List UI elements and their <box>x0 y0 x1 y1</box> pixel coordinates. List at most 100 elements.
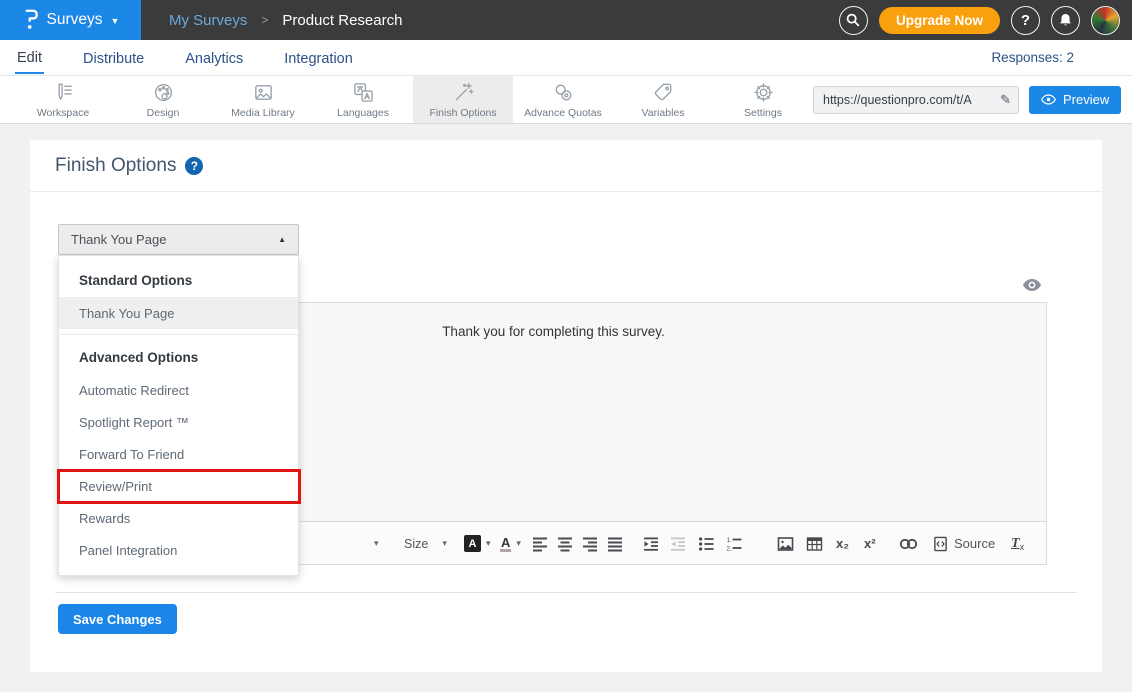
superscript-button[interactable]: x² <box>864 522 876 565</box>
bell-icon <box>1058 12 1073 28</box>
preview-label: Preview <box>1063 92 1109 107</box>
ribbon-right-actions: https://questionpro.com/t/A ✎ Preview <box>813 76 1132 123</box>
survey-url-value: https://questionpro.com/t/A <box>814 93 990 107</box>
align-left-button[interactable] <box>532 522 548 565</box>
ribbon-tab-label: Variables <box>642 107 685 119</box>
svg-text:2.: 2. <box>727 545 733 552</box>
justify-icon <box>607 536 623 552</box>
edit-url-pencil-icon[interactable]: ✎ <box>1000 92 1011 108</box>
ribbon-tab-label: Media Library <box>231 107 295 119</box>
numbered-list-button[interactable]: 1. 2. <box>726 522 742 565</box>
insert-image-button[interactable] <box>777 522 794 565</box>
dropdown-item-review-print[interactable]: Review/Print <box>59 470 298 502</box>
ribbon-tab-workspace[interactable]: Workspace <box>13 76 113 123</box>
preview-button[interactable]: Preview <box>1029 86 1121 114</box>
align-right-button[interactable] <box>582 522 598 565</box>
insert-link-button[interactable] <box>899 522 918 565</box>
link-chain-icon <box>899 538 918 550</box>
search-icon <box>845 12 861 28</box>
search-button[interactable] <box>839 6 868 35</box>
finish-option-select[interactable]: Thank You Page ▲ <box>58 224 299 255</box>
save-section-divider <box>55 592 1077 593</box>
dropdown-group-standard: Standard Options <box>59 264 298 297</box>
justify-button[interactable] <box>607 522 623 565</box>
ribbon-tab-variables[interactable]: Variables <box>613 76 713 123</box>
ribbon-tab-label: Workspace <box>37 107 89 119</box>
size-combo-label: Size <box>404 537 428 551</box>
insert-image-icon <box>777 536 794 552</box>
dropdown-item-forward-to-friend[interactable]: Forward To Friend <box>59 438 298 470</box>
page-title: Finish Options <box>55 155 176 177</box>
responses-count[interactable]: Responses: 2 <box>991 50 1074 65</box>
question-mark-icon: ? <box>1021 12 1030 29</box>
settings-gear-icon <box>752 81 775 104</box>
notifications-button[interactable] <box>1051 6 1080 35</box>
finish-option-dropdown: Standard Options Thank You Page Advanced… <box>58 255 299 576</box>
align-center-button[interactable] <box>557 522 573 565</box>
content-preview-toggle[interactable] <box>1022 278 1042 297</box>
combo-caret-icon: ▾ <box>486 538 491 549</box>
breadcrumb-current-page: Product Research <box>282 12 402 29</box>
align-right-icon <box>582 536 598 552</box>
ribbon-tab-label: Finish Options <box>429 107 496 119</box>
remove-format-icon: T <box>1011 536 1020 552</box>
background-color-icon: A <box>464 535 481 552</box>
text-color-icon: A <box>500 536 511 552</box>
editor-content-text: Thank you for completing this survey. <box>442 324 665 339</box>
ribbon-tab-settings[interactable]: Settings <box>713 76 813 123</box>
ribbon-tabs: Workspace Design Media Library Languages <box>0 76 813 123</box>
finish-options-help-icon[interactable]: ? <box>185 157 203 175</box>
dropdown-item-spotlight-report[interactable]: Spotlight Report ™ <box>59 406 298 438</box>
dropdown-item-rewards[interactable]: Rewards <box>59 502 298 534</box>
help-button[interactable]: ? <box>1011 6 1040 35</box>
selected-option-label: Thank You Page <box>59 232 166 247</box>
dropdown-item-automatic-redirect[interactable]: Automatic Redirect <box>59 374 298 406</box>
upgrade-now-button[interactable]: Upgrade Now <box>879 7 1000 34</box>
section-nav: Edit Distribute Analytics Integration Re… <box>0 40 1132 76</box>
eye-icon <box>1022 278 1042 292</box>
dropdown-item-panel-integration[interactable]: Panel Integration <box>59 534 298 566</box>
ribbon-tab-design[interactable]: Design <box>113 76 213 123</box>
ribbon-tab-advance-quotas[interactable]: Advance Quotas <box>513 76 613 123</box>
indent-icon <box>643 536 659 552</box>
bulleted-list-icon <box>698 536 714 552</box>
dropdown-group-advanced: Advanced Options <box>59 341 298 374</box>
avatar-image <box>1092 7 1119 34</box>
font-combo-button[interactable]: ▾ <box>369 522 379 565</box>
product-label: Surveys <box>47 11 103 29</box>
background-color-button[interactable]: A ▾ <box>464 522 491 565</box>
tab-integration[interactable]: Integration <box>282 43 355 73</box>
source-button[interactable]: Source <box>933 522 995 565</box>
remove-format-button[interactable]: T x <box>1011 522 1024 565</box>
text-color-button[interactable]: A ▾ <box>500 522 521 565</box>
bulleted-list-button[interactable] <box>698 522 714 565</box>
workspace-icon <box>52 81 75 104</box>
survey-url-field[interactable]: https://questionpro.com/t/A ✎ <box>813 86 1019 114</box>
ribbon-tab-label: Languages <box>337 107 389 119</box>
numbered-list-icon: 1. 2. <box>726 536 742 552</box>
dropdown-item-thank-you-page[interactable]: Thank You Page <box>59 297 298 329</box>
panel-header: Finish Options ? <box>30 140 1102 192</box>
design-palette-icon <box>152 81 175 104</box>
media-library-icon <box>252 81 275 104</box>
edit-ribbon: Workspace Design Media Library Languages <box>0 76 1132 124</box>
ribbon-tab-languages[interactable]: Languages <box>313 76 413 123</box>
save-changes-button[interactable]: Save Changes <box>58 604 177 634</box>
breadcrumb-my-surveys[interactable]: My Surveys <box>169 12 247 29</box>
insert-table-button[interactable] <box>806 522 823 565</box>
ribbon-tab-label: Advance Quotas <box>524 107 602 119</box>
ribbon-tab-media-library[interactable]: Media Library <box>213 76 313 123</box>
outdent-button[interactable] <box>670 522 686 565</box>
user-avatar[interactable] <box>1091 6 1120 35</box>
size-combo-button[interactable]: Size ▾ <box>404 522 447 565</box>
advance-quotas-icon <box>552 81 575 104</box>
svg-text:1.: 1. <box>727 537 733 544</box>
indent-button[interactable] <box>643 522 659 565</box>
ribbon-tab-finish-options[interactable]: Finish Options <box>413 76 513 123</box>
topbar-actions: Upgrade Now ? <box>839 6 1132 35</box>
tab-edit[interactable]: Edit <box>15 42 44 74</box>
subscript-button[interactable]: x₂ <box>836 522 849 565</box>
surveys-product-menu[interactable]: Surveys ▼ <box>0 0 141 40</box>
tab-analytics[interactable]: Analytics <box>183 43 245 73</box>
tab-distribute[interactable]: Distribute <box>81 43 146 73</box>
